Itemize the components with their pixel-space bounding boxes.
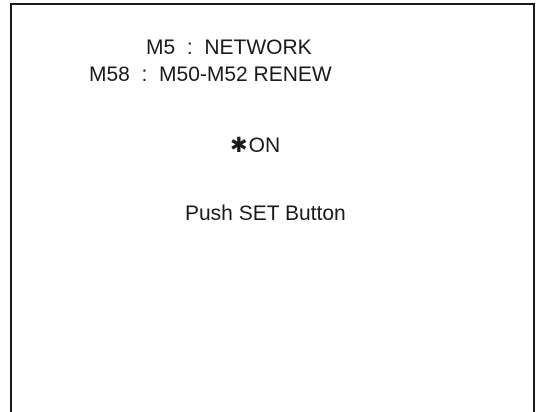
instruction-prompt: Push SET Button — [185, 202, 346, 225]
asterisk-icon: ✱ — [230, 134, 248, 157]
menu-item-renew: M58 : M50-M52 RENEW — [89, 63, 332, 86]
selected-option: ✱ON — [230, 135, 280, 156]
option-value: ON — [248, 134, 281, 157]
current-menu-title: M5 : NETWORK — [146, 36, 312, 59]
menu-screen: M5 : NETWORK M58 : M50-M52 RENEW ✱ON Pus… — [0, 0, 554, 412]
